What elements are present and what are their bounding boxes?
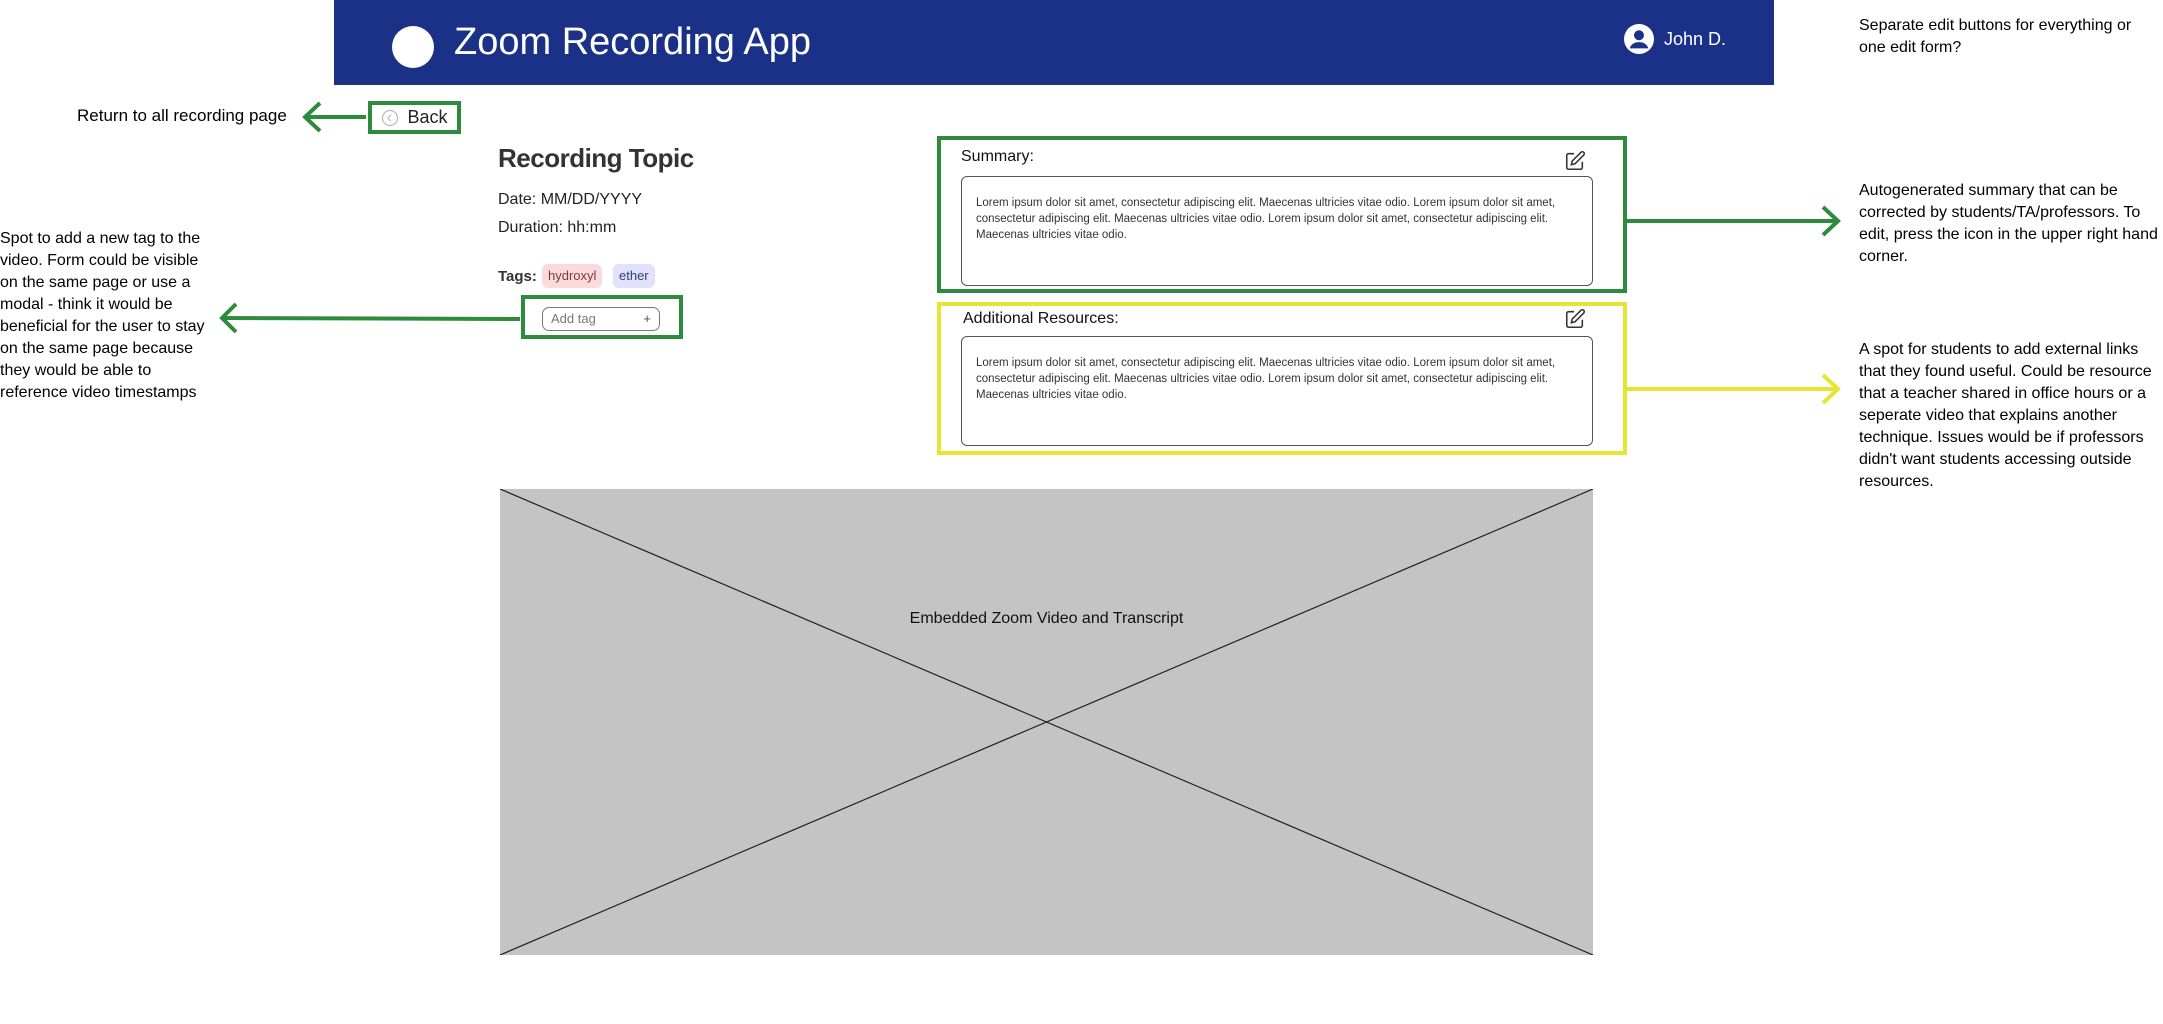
- annotation-arrows: [219, 101, 1841, 405]
- annotation-resources: A spot for students to add external link…: [1859, 341, 2152, 490]
- annotation-summary: Autogenerated summary that can be correc…: [1859, 182, 2158, 265]
- annotation-edit-buttons: Separate edit buttons for everything or …: [1859, 17, 2132, 56]
- annotation-add-tag: Spot to add a new tag to the video. Form…: [0, 230, 205, 401]
- annotation-back: Return to all recording page: [77, 106, 287, 125]
- add-tag-arrow: [221, 316, 521, 321]
